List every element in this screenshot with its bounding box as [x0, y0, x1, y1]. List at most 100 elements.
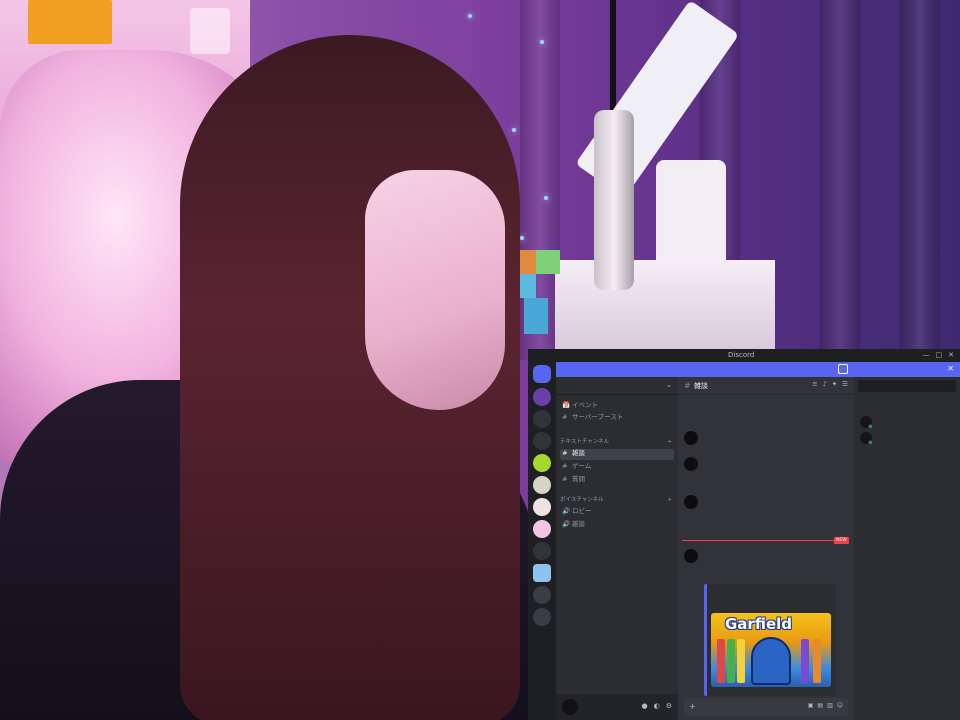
shelf-box [28, 0, 112, 44]
server-icon[interactable] [533, 388, 551, 406]
chat-message [682, 493, 850, 515]
server-icon[interactable] [533, 564, 551, 582]
headphones-icon[interactable]: ◐ [654, 702, 660, 710]
member-item[interactable] [860, 432, 956, 446]
attach-plus-icon[interactable]: + [689, 702, 696, 712]
microphone [594, 110, 634, 290]
channel-item-boost[interactable]: # サーバーブースト [560, 413, 674, 424]
calendar-icon: 📅 [562, 401, 571, 409]
hash-icon: # [562, 475, 568, 483]
sticker-icon[interactable]: ▥ [827, 702, 833, 709]
channel-label: ロビー [572, 507, 592, 515]
home-icon[interactable] [533, 365, 551, 383]
add-channel-icon[interactable]: + [667, 439, 672, 446]
banner-button[interactable] [838, 364, 848, 374]
explore-icon[interactable] [533, 608, 551, 626]
channel-title: 雑談 [694, 382, 708, 390]
member-list [854, 377, 960, 720]
string-light [540, 40, 544, 44]
maximize-button[interactable]: □ [936, 351, 943, 359]
pin-icon[interactable]: ✦ [832, 380, 837, 389]
channel-item-active[interactable]: # 雑談 [560, 449, 674, 460]
members-icon[interactable]: ☰ [842, 380, 848, 389]
server-icon[interactable] [533, 542, 551, 560]
channel-item[interactable]: # ゲーム [560, 462, 674, 473]
mic-cable [610, 0, 616, 120]
minimize-button[interactable]: — [923, 351, 930, 359]
category-text[interactable]: テキストチャンネル + [560, 439, 674, 448]
chevron-down-icon[interactable]: ⌄ [666, 381, 672, 389]
string-light [544, 196, 548, 200]
threads-icon[interactable]: ≡ [812, 380, 817, 389]
channel-label: 雑談 [572, 449, 585, 457]
server-icon[interactable] [533, 432, 551, 450]
channel-item[interactable]: # 質問 [560, 475, 674, 486]
online-status-icon [868, 440, 873, 445]
emoji-icon[interactable]: ☺ [837, 702, 843, 709]
chat-message [682, 455, 850, 485]
chat-message [682, 547, 850, 573]
curtain-fold [900, 0, 940, 360]
window-controls: — □ ✕ [923, 351, 955, 359]
server-list [528, 362, 556, 720]
avatar[interactable] [562, 699, 578, 715]
discord-window: Discord — □ ✕ ✕ ⌄ 📅 イベント # サーバーブースト テキスト… [528, 349, 960, 720]
avatar[interactable] [684, 495, 698, 509]
voice-channel-item[interactable]: 🔊 雑談 [560, 520, 674, 531]
composer-tools: ▣ ▤ ▥ ☺ [808, 702, 843, 709]
add-channel-icon[interactable]: + [667, 497, 672, 504]
embed-image[interactable]: Garfield [711, 613, 831, 687]
message-author[interactable] [704, 429, 707, 436]
chat-header: # 雑談 ≡ ♪ ✦ ☰ [678, 377, 854, 395]
bell-icon[interactable]: ♪ [823, 380, 827, 389]
channel-item-events[interactable]: 📅 イベント [560, 401, 674, 412]
mic-mount-post [656, 160, 726, 270]
channel-label: サーバーブースト [572, 413, 624, 421]
cartoon-character [751, 637, 791, 685]
banner-close-icon[interactable]: ✕ [947, 364, 954, 374]
hash-icon: # [562, 462, 568, 470]
server-header[interactable]: ⌄ [556, 377, 678, 395]
gif-icon[interactable]: ▤ [817, 702, 823, 709]
avatar[interactable] [684, 549, 698, 563]
server-icon[interactable] [533, 498, 551, 516]
pencil-graphic [737, 639, 745, 683]
member-item[interactable] [860, 416, 956, 430]
add-server-icon[interactable] [533, 586, 551, 604]
pencil-graphic [801, 639, 809, 683]
server-icon[interactable] [533, 476, 551, 494]
mic-icon[interactable]: ● [642, 702, 648, 710]
settings-icon[interactable]: ⚙ [666, 702, 672, 710]
message-author[interactable] [704, 547, 707, 554]
shelf-jar [190, 8, 230, 54]
pencil-graphic [813, 639, 821, 683]
online-status-icon [868, 424, 873, 429]
server-icon[interactable] [533, 454, 551, 472]
chat-message [682, 429, 850, 451]
close-button[interactable]: ✕ [948, 351, 954, 359]
search-input[interactable] [858, 380, 956, 392]
category-voice[interactable]: ボイスチャンネル + [560, 497, 674, 506]
link-embed: Garfield [704, 584, 836, 696]
category-label: ボイスチャンネル [560, 497, 604, 503]
message-author[interactable] [704, 455, 707, 462]
person-face [365, 170, 505, 410]
string-light [468, 14, 472, 18]
new-messages-tag: NEW [834, 537, 849, 544]
channel-label: ゲーム [572, 462, 592, 470]
pencil-graphic [717, 639, 725, 683]
voice-channel-item[interactable]: 🔊 ロビー [560, 507, 674, 518]
message-composer[interactable]: + ▣ ▤ ▥ ☺ [684, 698, 848, 716]
promo-banner: ✕ [556, 362, 960, 377]
server-icon[interactable] [533, 410, 551, 428]
server-icon[interactable] [533, 520, 551, 538]
avatar[interactable] [684, 457, 698, 471]
channel-label: 雑談 [572, 520, 585, 528]
gift-icon[interactable]: ▣ [808, 702, 814, 709]
message-author[interactable] [704, 493, 707, 500]
header-toolbar: ≡ ♪ ✦ ☰ [812, 380, 848, 389]
mic-mount-base [555, 260, 775, 350]
speaker-icon: 🔊 [562, 520, 571, 528]
avatar[interactable] [684, 431, 698, 445]
title-bar: Discord — □ ✕ [528, 349, 960, 362]
